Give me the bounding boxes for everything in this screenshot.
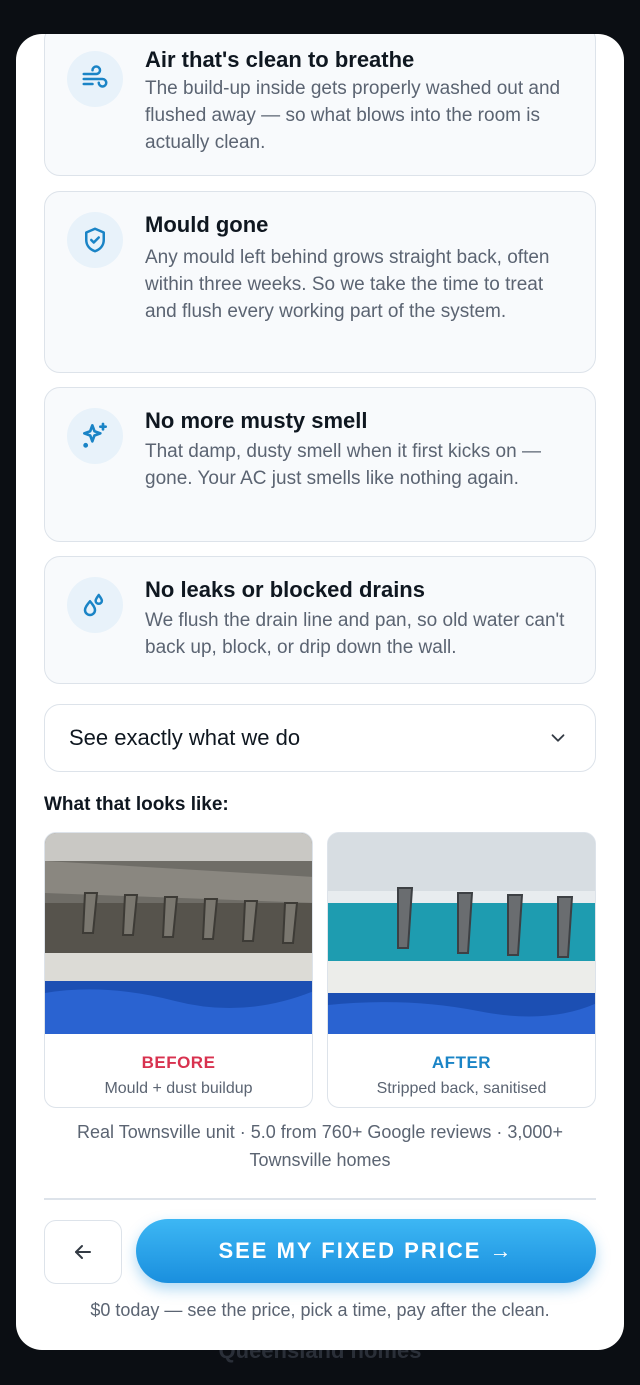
- see-what-we-do-accordion[interactable]: See exactly what we do: [44, 704, 596, 772]
- benefit-card-mould: Mould gone Any mould left behind grows s…: [44, 191, 596, 373]
- benefit-body: That damp, dusty smell when it first kic…: [145, 441, 541, 489]
- benefit-card-drains: No leaks or blocked drains We flush the …: [44, 556, 596, 684]
- benefit-body: The build-up inside gets properly washed…: [145, 78, 561, 153]
- before-caption: Mould + dust buildup: [104, 1080, 253, 1097]
- back-button[interactable]: [44, 1220, 122, 1284]
- payment-footnote: $0 today — see the price, pick a time, p…: [90, 1300, 550, 1320]
- benefit-title: Air that's clean to breathe: [145, 47, 415, 72]
- benefit-title: No leaks or blocked drains: [145, 577, 425, 602]
- before-tag: BEFORE: [141, 1053, 216, 1072]
- chevron-down-icon: [551, 734, 565, 742]
- benefit-body: Any mould left behind grows straight bac…: [145, 247, 550, 322]
- benefit-body: We flush the drain line and pan, so old …: [145, 610, 565, 658]
- sparkles-icon: [67, 408, 123, 464]
- reviews-summary: Real Townsville unit · 5.0 from 760+ Goo…: [77, 1122, 563, 1170]
- accordion-label: See exactly what we do: [69, 725, 301, 750]
- benefit-title: Mould gone: [145, 212, 269, 237]
- see-fixed-price-button[interactable]: SEE MY FIXED PRICE →: [136, 1219, 596, 1283]
- before-photo: [45, 833, 312, 1034]
- after-photo: [328, 833, 595, 1034]
- before-photo-card: BEFORE Mould + dust buildup: [44, 832, 313, 1108]
- after-caption: Stripped back, sanitised: [376, 1080, 547, 1097]
- benefits-modal: × Air that's clean to breathe The build-…: [16, 34, 624, 1350]
- divider: [44, 1198, 596, 1200]
- gallery-heading: What that looks like:: [44, 794, 229, 815]
- arrow-left-icon: [75, 1245, 91, 1259]
- after-photo-card: AFTER Stripped back, sanitised: [327, 832, 596, 1108]
- benefit-card-smell: No more musty smell That damp, dusty sme…: [44, 387, 596, 542]
- after-tag: AFTER: [431, 1053, 492, 1072]
- droplets-icon: [67, 577, 123, 633]
- wind-icon: [67, 51, 123, 107]
- shield-check-icon: [67, 212, 123, 268]
- benefit-card-clean-air: Air that's clean to breathe The build-up…: [44, 34, 596, 176]
- benefit-title: No more musty smell: [145, 408, 368, 433]
